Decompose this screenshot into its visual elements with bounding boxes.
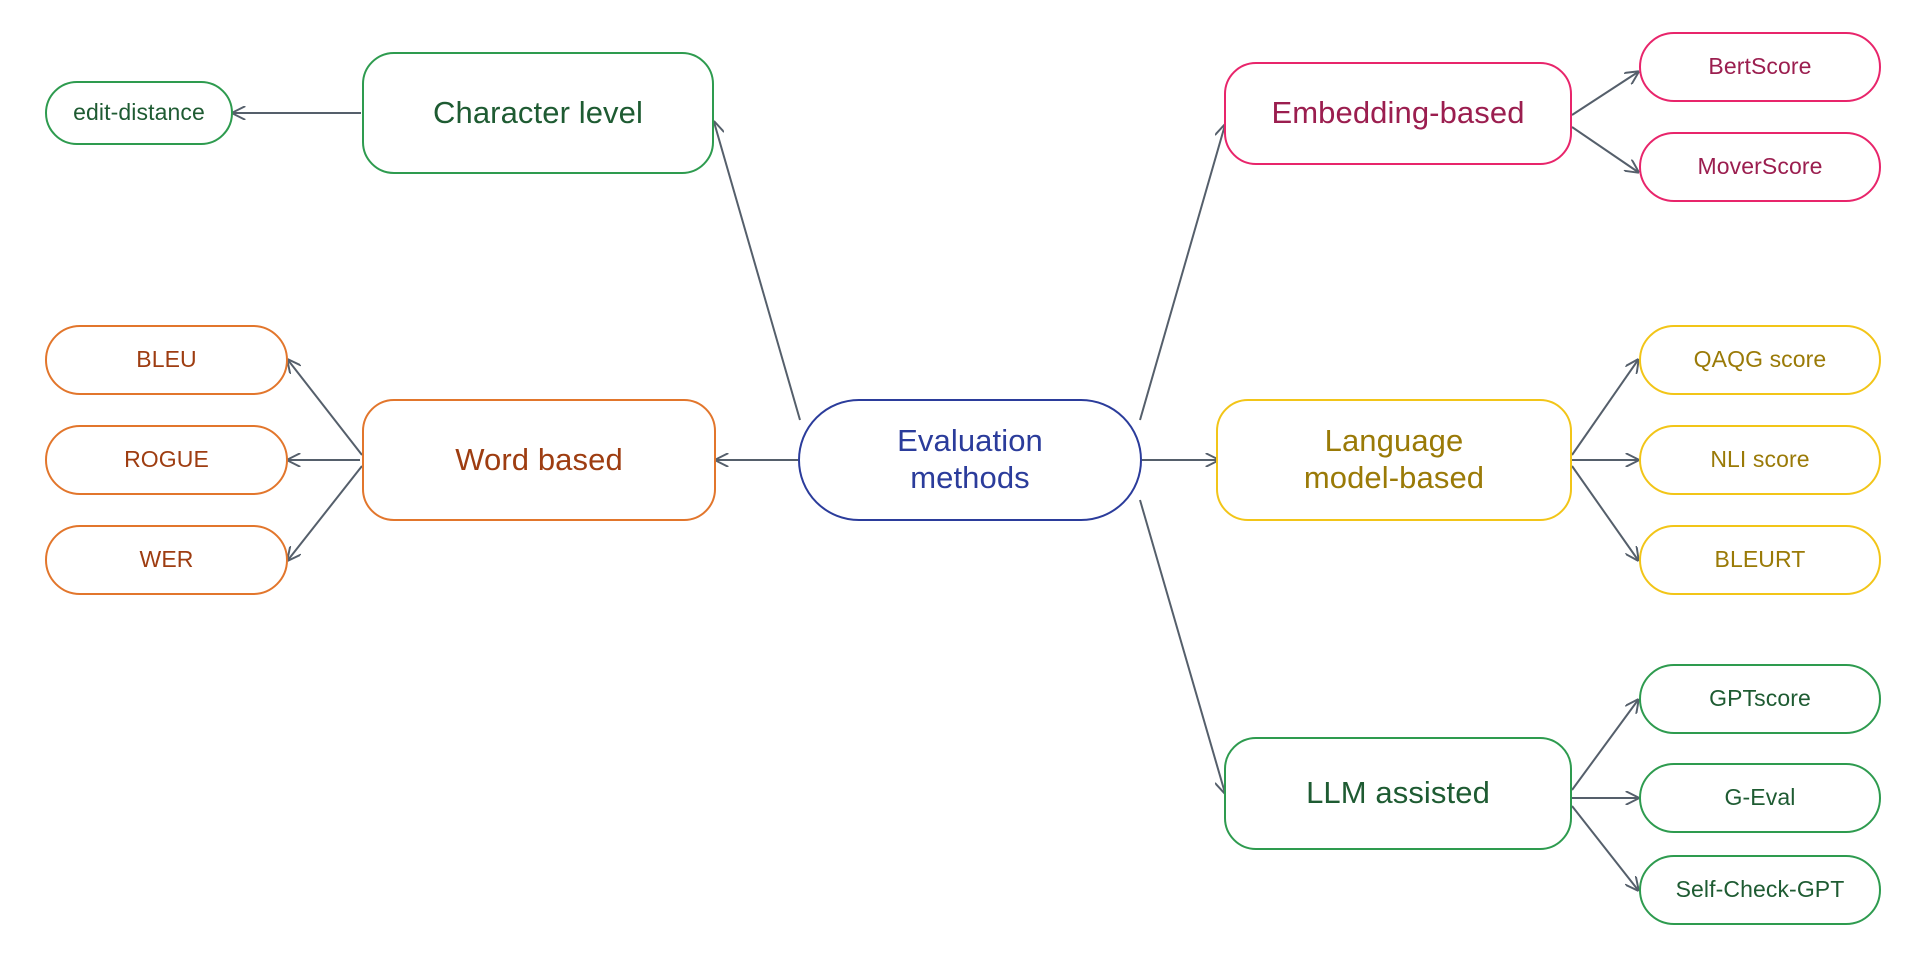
node-rogue[interactable]: ROGUE <box>45 425 288 495</box>
node-character-level[interactable]: Character level <box>362 52 714 174</box>
node-g-eval[interactable]: G-Eval <box>1639 763 1881 833</box>
edge-language-model-based-to-qaqg <box>1571 360 1638 456</box>
edge-root-to-llm-assisted <box>1139 499 1225 793</box>
edge-embedding-based-to-moverscore <box>1571 126 1638 172</box>
node-bleurt[interactable]: BLEURT <box>1639 525 1881 595</box>
edge-root-to-character-level <box>714 122 801 421</box>
node-gptscore[interactable]: GPTscore <box>1639 664 1881 734</box>
edge-llm-assisted-to-self-check-gpt <box>1571 805 1638 890</box>
edge-root-to-embedding-based <box>1139 125 1225 421</box>
edge-llm-assisted-to-gptscore <box>1571 700 1638 791</box>
node-wer[interactable]: WER <box>45 525 288 595</box>
edge-word-based-to-bleu <box>288 360 363 456</box>
node-llm-assisted[interactable]: LLM assisted <box>1224 737 1572 850</box>
edge-language-model-based-to-bleurt <box>1571 465 1638 560</box>
edge-embedding-based-to-bertscore <box>1571 72 1638 116</box>
node-bertscore[interactable]: BertScore <box>1639 32 1881 102</box>
node-nli-score[interactable]: NLI score <box>1639 425 1881 495</box>
node-root-evaluation-methods[interactable]: Evaluation methods <box>798 399 1142 521</box>
edge-word-based-to-wer <box>288 465 363 560</box>
node-word-based[interactable]: Word based <box>362 399 716 521</box>
node-embedding-based[interactable]: Embedding-based <box>1224 62 1572 165</box>
node-bleu[interactable]: BLEU <box>45 325 288 395</box>
node-moverscore[interactable]: MoverScore <box>1639 132 1881 202</box>
mindmap-canvas: edit-distance Character level BLEU ROGUE… <box>0 0 1920 959</box>
node-edit-distance[interactable]: edit-distance <box>45 81 233 145</box>
node-qaqg-score[interactable]: QAQG score <box>1639 325 1881 395</box>
node-self-check-gpt[interactable]: Self-Check-GPT <box>1639 855 1881 925</box>
node-language-model-based[interactable]: Language model-based <box>1216 399 1572 521</box>
